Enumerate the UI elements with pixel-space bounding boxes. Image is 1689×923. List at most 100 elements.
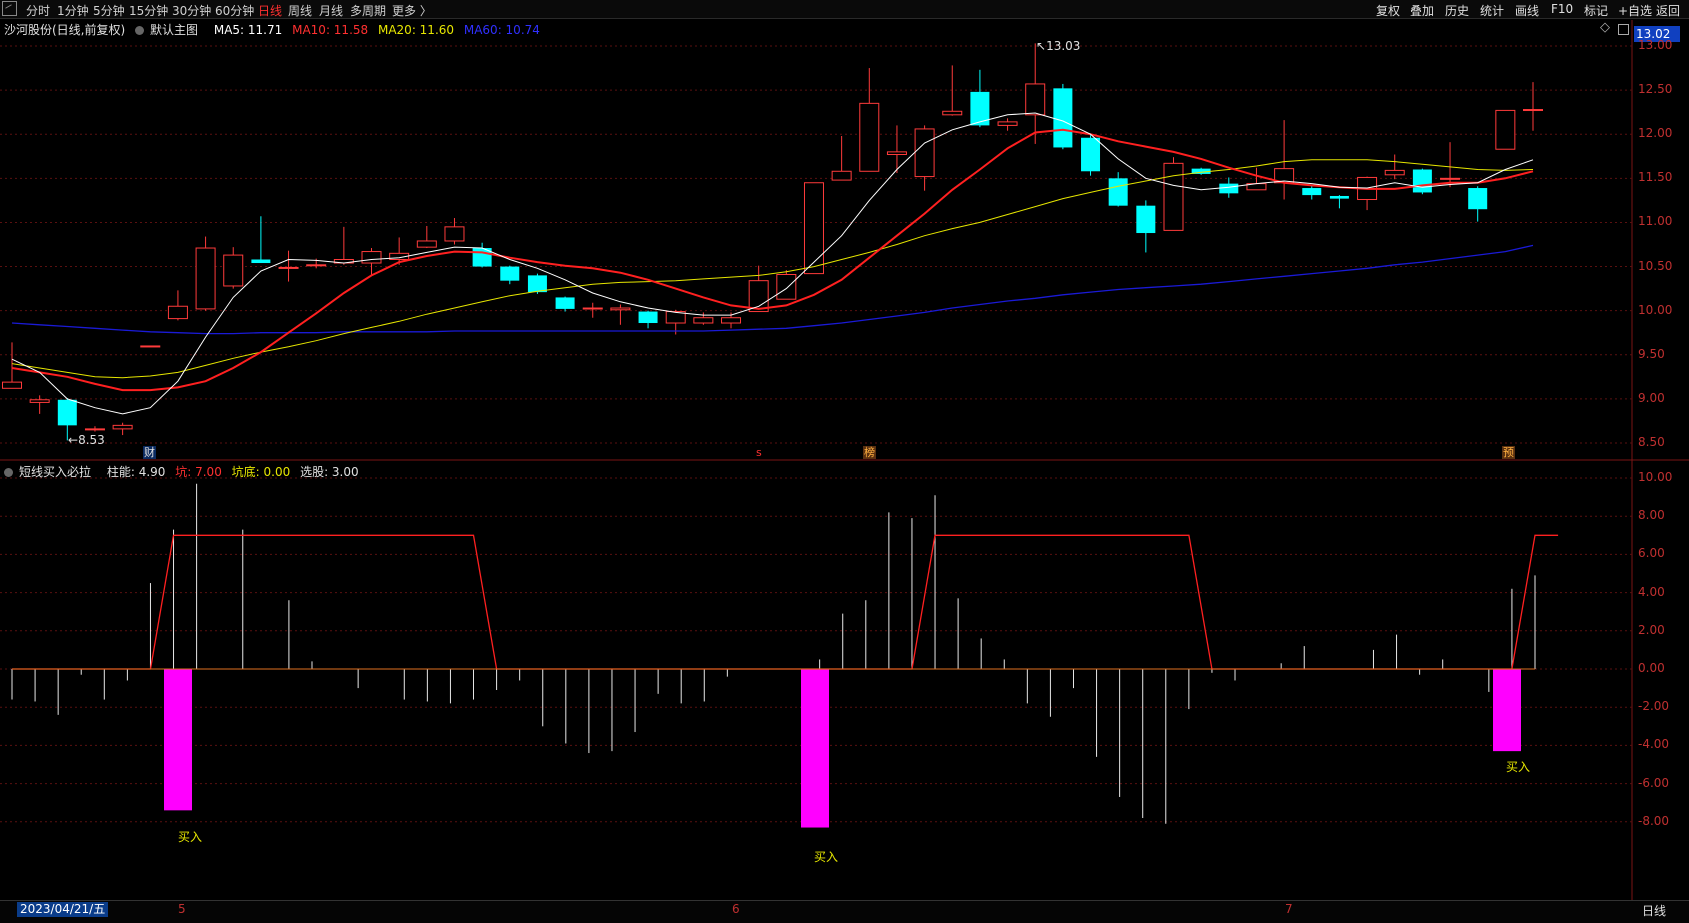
- candle-body: [84, 428, 105, 431]
- price-tick-label: 9.50: [1638, 346, 1665, 361]
- candle-body: [803, 182, 824, 275]
- indicator-tick-label: -4.00: [1638, 737, 1670, 752]
- price-tick-label: 10.00: [1638, 302, 1673, 317]
- price-tick-label: 12.00: [1638, 126, 1673, 141]
- candle-body: [1468, 188, 1488, 210]
- price-tick-label: 11.00: [1638, 214, 1673, 229]
- indicator-name: 短线买入必拉: [19, 465, 92, 479]
- candle-body: [251, 259, 271, 264]
- indicator-tick-label: -6.00: [1638, 775, 1670, 790]
- candle-body: [1136, 205, 1156, 234]
- forecast-marker[interactable]: 预: [1502, 446, 1515, 459]
- candle-body: [1440, 177, 1461, 180]
- candle-body: [223, 254, 244, 287]
- candle-body: [444, 226, 465, 242]
- indicator-legend: 短线买入必拉 柱能: 4.90 坑: 7.00 坑底: 0.00 选股: 3.0…: [4, 463, 365, 480]
- candle-body: [1081, 137, 1101, 172]
- candle-body: [914, 128, 935, 178]
- month-tick: 6: [732, 902, 740, 916]
- ma5-value: MA5: 11.71: [213, 23, 283, 37]
- price-tick-label: 9.00: [1638, 390, 1665, 405]
- indicator-tick-label: 4.00: [1638, 584, 1665, 599]
- price-tick-label: 12.50: [1638, 82, 1673, 97]
- indicator-tick-label: 10.00: [1638, 470, 1673, 484]
- candle-body: [500, 266, 520, 281]
- s-marker[interactable]: s: [755, 446, 763, 459]
- price-tick-label: 10.50: [1638, 258, 1673, 273]
- candle-body: [195, 247, 216, 310]
- candle-body: [112, 424, 133, 430]
- indicator-tick-label: 6.00: [1638, 546, 1665, 561]
- indicator-tick-label: 0.00: [1638, 661, 1665, 675]
- price-tick-label: 8.50: [1638, 435, 1665, 449]
- low-annotation: ←8.53: [68, 433, 105, 447]
- main-legend: 沙河股份(日线,前复权) 默认主图 MA5: 11.71 MA10: 11.58…: [4, 21, 546, 38]
- keng-line: [12, 534, 1559, 670]
- ma20-value: MA20: 11.60: [377, 23, 455, 37]
- diamond-icon[interactable]: ◇: [1600, 20, 1610, 35]
- price-tick-label: 13.00: [1638, 38, 1673, 52]
- candle-body: [942, 110, 963, 116]
- month-tick: 5: [178, 902, 186, 916]
- stock-name: 沙河股份(日线,前复权): [4, 23, 126, 37]
- candle-body: [748, 280, 769, 313]
- buy-signal-bar: [1493, 669, 1521, 752]
- buy-signal-bar: [164, 669, 192, 811]
- finance-marker[interactable]: 财: [143, 446, 156, 459]
- rank-marker[interactable]: 榜: [863, 446, 876, 459]
- candle-body: [776, 273, 797, 300]
- indicator-tick-label: 2.00: [1638, 622, 1665, 637]
- candle-body: [997, 121, 1018, 126]
- candle-body: [1523, 109, 1543, 112]
- candle-body: [886, 151, 907, 156]
- candle-body: [638, 311, 658, 324]
- buy-label: 买入: [178, 830, 203, 844]
- template-selector[interactable]: 默认主图: [135, 23, 204, 37]
- candle-body: [1412, 169, 1432, 193]
- settings-dot-icon: [4, 468, 13, 477]
- candle-body: [831, 170, 852, 181]
- price-tick-label: 11.50: [1638, 170, 1673, 185]
- buy-signal-bar: [801, 669, 829, 828]
- indicator-tick-label: -2.00: [1638, 699, 1670, 714]
- candle-body: [1025, 83, 1046, 116]
- zhuneng-value: 柱能: 4.90: [106, 465, 166, 479]
- candle-body: [582, 307, 603, 310]
- candle-body: [1495, 109, 1516, 150]
- candle-body: [167, 305, 188, 320]
- candle-body: [278, 266, 299, 269]
- candle-body: [1219, 183, 1239, 194]
- indicator-selector[interactable]: 短线买入必拉: [4, 465, 97, 479]
- candle-body: [721, 317, 742, 324]
- high-annotation: ↖13.03: [1036, 39, 1081, 53]
- template-label: 默认主图: [150, 23, 199, 37]
- kline-chart[interactable]: [0, 0, 1689, 922]
- candle-body: [610, 307, 631, 311]
- candle-body: [416, 240, 437, 248]
- ma10-value: MA10: 11.58: [292, 23, 369, 37]
- cursor-date: 2023/04/21/五: [17, 902, 109, 917]
- low-value: 8.53: [78, 433, 105, 447]
- indicator-tick-label: 8.00: [1638, 508, 1665, 523]
- ma60-value: MA60: 10.74: [463, 23, 540, 37]
- settings-dot-icon: [135, 26, 145, 35]
- candle-body: [57, 399, 77, 426]
- candle-body: [527, 275, 547, 293]
- candle-body: [2, 381, 22, 389]
- maximize-icon[interactable]: [1618, 24, 1629, 35]
- candle-body: [859, 102, 880, 172]
- time-axis-bar: [0, 900, 1689, 923]
- month-tick: 7: [1285, 902, 1293, 916]
- candle-body: [140, 345, 161, 348]
- period-tab-daily[interactable]: 日线: [1642, 902, 1666, 919]
- candle-body: [306, 264, 327, 267]
- xuangu-value: 选股: 3.00: [300, 465, 359, 479]
- candle-body: [693, 317, 714, 324]
- candle-body: [29, 399, 50, 403]
- candle-body: [1163, 162, 1184, 231]
- candle-body: [1302, 188, 1322, 196]
- buy-label: 买入: [814, 850, 839, 864]
- candle-body: [555, 297, 575, 309]
- candle-body: [1053, 88, 1073, 148]
- kengdi-value: 坑底: 0.00: [231, 465, 291, 479]
